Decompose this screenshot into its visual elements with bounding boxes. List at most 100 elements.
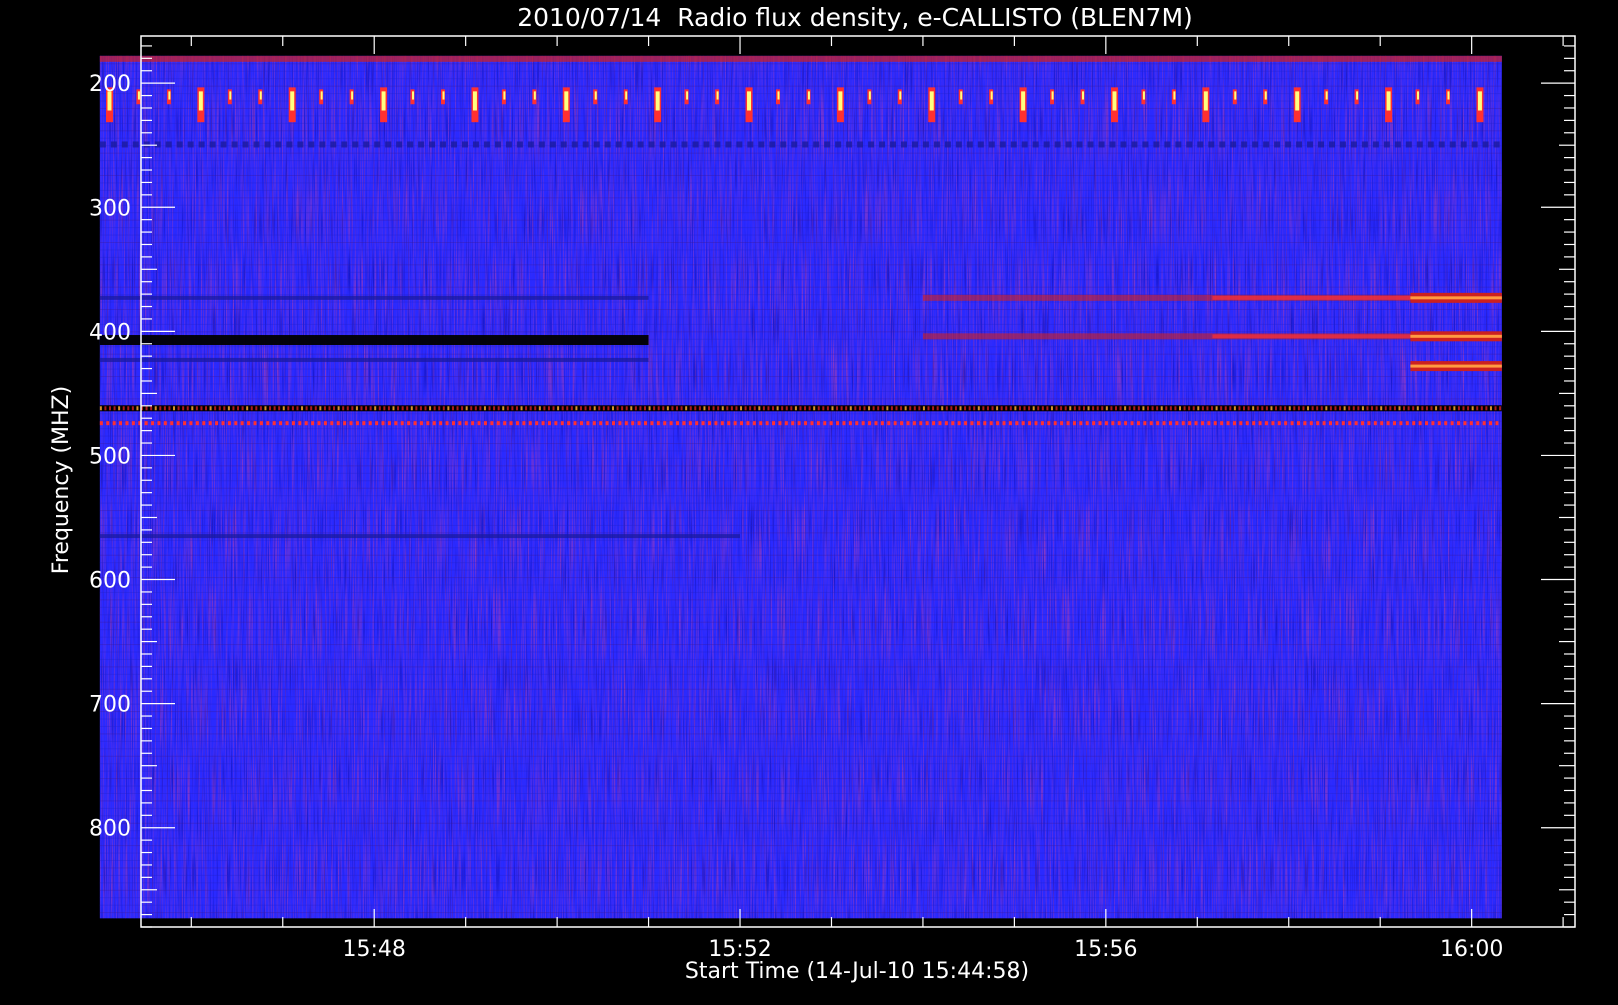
burst-core xyxy=(655,91,660,111)
dotted-line-dot xyxy=(387,421,391,426)
dotted-line-dot xyxy=(1444,421,1448,426)
interference-dot xyxy=(1293,406,1296,411)
channel-stripe xyxy=(99,212,1502,214)
interference-dot xyxy=(1288,406,1291,411)
dotted-line-dot xyxy=(291,421,295,426)
dotted-line-dot xyxy=(259,421,263,426)
interference-dot xyxy=(1393,406,1396,411)
interference-dot xyxy=(415,406,418,411)
interference-dot xyxy=(799,406,802,411)
dotted-line-dot xyxy=(1226,421,1230,426)
dark-dash xyxy=(615,141,622,148)
dotted-line-dot xyxy=(1393,421,1397,426)
dark-dash xyxy=(1285,141,1292,148)
burst-core xyxy=(594,91,597,100)
interference-dot xyxy=(776,406,779,411)
channel-stripe xyxy=(99,70,1502,72)
interference-dot xyxy=(108,406,111,411)
dark-dash xyxy=(802,141,809,148)
interference-dot xyxy=(104,406,107,411)
dark-dash xyxy=(440,141,447,148)
dark-dash xyxy=(1460,141,1467,148)
interference-dot xyxy=(1105,406,1108,411)
interference-dot xyxy=(214,406,217,411)
bright-band-core xyxy=(1410,364,1502,368)
interference-dot xyxy=(744,406,747,411)
interference-dot xyxy=(1476,406,1479,411)
interference-dot xyxy=(1462,406,1465,411)
channel-stripe xyxy=(99,733,1502,735)
interference-dot xyxy=(817,406,820,411)
interference-dot xyxy=(1032,406,1035,411)
interference-dot xyxy=(1499,406,1502,411)
dotted-line-dot xyxy=(1092,421,1096,426)
dotted-line-dot xyxy=(1015,421,1019,426)
dark-dash xyxy=(527,141,534,148)
channel-stripe xyxy=(99,577,1502,579)
dark-dash xyxy=(429,141,436,148)
interference-dot xyxy=(854,406,857,411)
dotted-line-dot xyxy=(1130,421,1134,426)
interference-dot xyxy=(1128,406,1131,411)
interference-dot xyxy=(881,406,884,411)
dotted-line-dot xyxy=(503,421,507,426)
dark-band xyxy=(99,335,649,346)
dotted-line-dot xyxy=(874,421,878,426)
interference-dot xyxy=(671,406,674,411)
interference-dot xyxy=(900,406,903,411)
dotted-line-dot xyxy=(1239,421,1243,426)
dotted-line-dot xyxy=(445,421,449,426)
interference-dot xyxy=(383,406,386,411)
channel-stripe xyxy=(99,718,1502,720)
dark-dash xyxy=(900,141,907,148)
interference-dot xyxy=(1339,406,1342,411)
dotted-line-dot xyxy=(1104,421,1108,426)
dark-dash xyxy=(1449,141,1456,148)
interference-dot xyxy=(1064,406,1067,411)
interference-dot xyxy=(159,406,162,411)
dark-dash xyxy=(846,141,853,148)
channel-stripe xyxy=(99,160,1502,162)
interference-dot xyxy=(945,406,948,411)
dark-dash xyxy=(1065,141,1072,148)
channel-stripe xyxy=(99,182,1502,184)
dotted-line-dot xyxy=(490,421,494,426)
channel-stripe xyxy=(99,666,1502,668)
interference-dot xyxy=(1252,406,1255,411)
interference-dot xyxy=(813,406,816,411)
dotted-line-dot xyxy=(925,421,929,426)
burst-core xyxy=(1477,91,1482,111)
x-axis-label: Start Time (14-Jul-10 15:44:58) xyxy=(685,959,1029,984)
dotted-line-dot xyxy=(938,421,942,426)
dotted-line-dot xyxy=(733,421,737,426)
interference-dot xyxy=(634,406,637,411)
channel-stripe xyxy=(99,859,1502,861)
dark-band xyxy=(99,295,649,300)
dotted-line-dot xyxy=(266,421,270,426)
dotted-line-dot xyxy=(144,421,148,426)
channel-stripe xyxy=(99,174,1502,176)
burst-core xyxy=(1356,91,1359,100)
dotted-line-dot xyxy=(1111,421,1115,426)
dotted-line-dot xyxy=(708,421,712,426)
dotted-line-dot xyxy=(157,421,161,426)
interference-dot xyxy=(282,406,285,411)
dark-dash xyxy=(890,141,897,148)
dotted-line-dot xyxy=(221,421,225,426)
dark-dash xyxy=(374,141,381,148)
interference-dot xyxy=(584,406,587,411)
dark-dash xyxy=(187,141,194,148)
channel-stripe xyxy=(99,740,1502,742)
interference-dot xyxy=(977,406,980,411)
dotted-line-dot xyxy=(1162,421,1166,426)
dotted-line-dot xyxy=(1149,421,1153,426)
dark-dash xyxy=(483,141,490,148)
burst-core xyxy=(686,91,689,100)
dotted-line-dot xyxy=(227,421,231,426)
interference-dot xyxy=(136,406,139,411)
dark-dash xyxy=(1164,141,1171,148)
dotted-line-dot xyxy=(1034,421,1038,426)
interference-dot xyxy=(269,406,272,411)
channel-stripe xyxy=(99,152,1502,154)
interference-dot xyxy=(1416,406,1419,411)
